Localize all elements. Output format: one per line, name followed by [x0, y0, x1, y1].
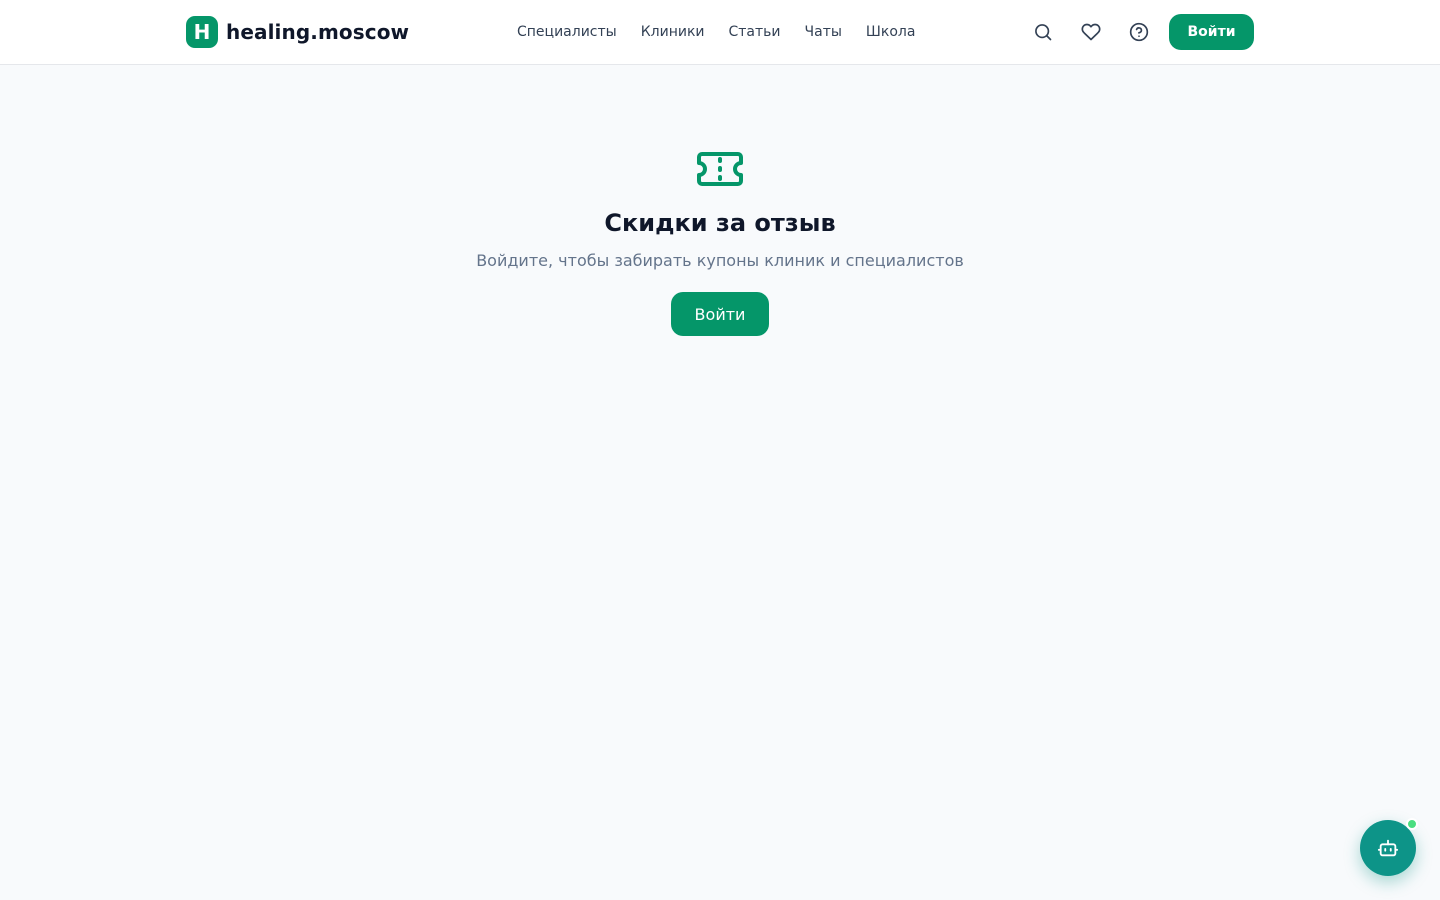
nav-item-clinics[interactable]: Клиники	[641, 24, 705, 40]
header-login-button[interactable]: Войти	[1169, 14, 1254, 50]
nav-item-chats[interactable]: Чаты	[805, 24, 842, 40]
assistant-online-indicator	[1406, 818, 1418, 830]
heart-icon	[1081, 23, 1101, 41]
search-button[interactable]	[1027, 16, 1059, 48]
logo-link[interactable]: H healing.moscow	[186, 16, 409, 48]
page-title: Скидки за отзыв	[604, 209, 836, 237]
search-icon	[1035, 24, 1052, 41]
logo-mark: H	[186, 16, 218, 48]
main-content: Скидки за отзыв Войдите, чтобы забирать …	[0, 65, 1440, 336]
login-button[interactable]: Войти	[671, 292, 769, 336]
help-circle-icon	[1129, 22, 1149, 42]
page-subtitle: Войдите, чтобы забирать купоны клиник и …	[476, 251, 964, 270]
logo-text: healing.moscow	[226, 20, 410, 44]
ticket-icon	[697, 152, 743, 186]
nav-item-specialists[interactable]: Специалисты	[517, 24, 617, 40]
bot-icon	[1377, 839, 1399, 857]
main-nav: Специалисты Клиники Статьи Чаты Школа	[517, 20, 915, 44]
favorites-button[interactable]	[1075, 16, 1107, 48]
help-button[interactable]	[1123, 16, 1155, 48]
nav-item-articles[interactable]: Статьи	[729, 24, 781, 40]
site-header: H healing.moscow Специалисты Клиники Ста…	[0, 0, 1440, 65]
nav-item-school[interactable]: Школа	[866, 24, 916, 40]
